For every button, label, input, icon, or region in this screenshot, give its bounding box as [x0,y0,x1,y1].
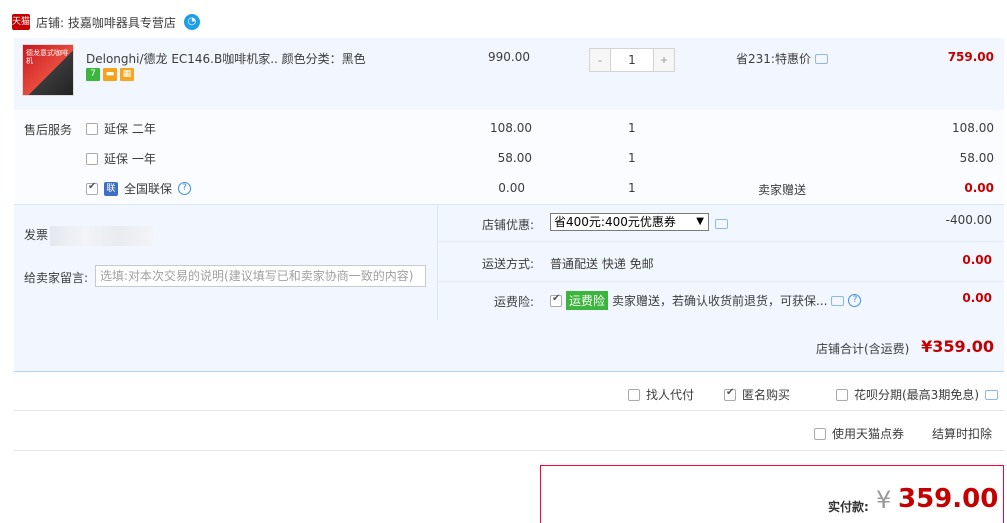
product-row [14,38,1004,110]
shipping-label: 运送方式: [482,257,535,271]
tmall-points-option: 使用天猫点券 [814,425,904,442]
product-subtotal: 759.00 [947,50,994,64]
payment-label: 实付款: [828,500,869,514]
huabei-checkbox[interactable] [836,388,848,401]
huabei-label: 花呗分期(最高3期免息) [854,388,979,402]
discount-label: 店铺优惠: [482,218,535,232]
service-2yr-label: 延保 二年 [104,122,156,136]
coupon-selected-value: 省400元:400元优惠券 [554,215,676,229]
tmall-logo-icon: 天猫 [12,14,30,30]
service-option-1yr: 延保 一年 [86,150,156,167]
service-2yr-subtotal: 108.00 [952,121,994,135]
service-1yr-label: 延保 一年 [104,152,156,166]
invoice-memo-panel [14,204,438,320]
warranty-checkbox[interactable] [86,181,98,195]
pay-by-friend-checkbox[interactable] [628,388,640,401]
warranty-qty: 1 [628,181,636,195]
insurance-amount: 0.00 [962,291,992,305]
divider [438,241,1004,242]
insurance-option: 运费险 卖家赠送，若确认收货前退货，可获保... ? [550,291,862,310]
comment-icon[interactable] [831,295,845,306]
payment-amount: 359.00 [898,484,999,514]
quantity-input[interactable] [610,49,654,71]
help-icon[interactable]: ? [178,182,192,195]
invoice-label: 发票 [24,228,49,242]
quantity-decrease-button[interactable]: - [590,49,610,71]
shop-total-label: 店铺合计(含运费) [816,342,910,356]
seven-day-return-icon: 7 [86,68,100,81]
wangwang-chat-icon[interactable]: ◔ [183,14,200,30]
service-option-2yr: 延保 二年 [86,120,156,137]
help-icon[interactable]: ? [848,294,862,307]
deduct-note: 结算时扣除 [932,427,993,441]
comment-icon[interactable] [814,53,828,64]
warranty-price: 0.00 [498,181,525,195]
anonymous-label: 匿名购买 [742,388,791,402]
service-1yr-subtotal: 58.00 [959,151,994,165]
installment-icon: ▦ [120,68,134,81]
credit-card-icon: ▬ [103,68,117,81]
comment-icon[interactable] [985,389,998,400]
anonymous-option: 匿名购买 [724,386,790,403]
insurance-badge: 运费险 [566,291,609,310]
service-2yr-price: 108.00 [490,121,532,135]
insurance-checkbox[interactable] [550,293,562,307]
quantity-stepper: - + [589,48,675,72]
after-sale-label: 售后服务 [24,123,73,137]
product-thumbnail[interactable]: 德龙意式咖啡机 [22,44,74,96]
warranty-label: 全国联保 [124,182,173,196]
service-2yr-checkbox[interactable] [86,122,98,135]
shop-name-link[interactable]: 店铺: 技嘉咖啡器具专营店 [36,14,176,31]
coupon-select[interactable]: 省400元:400元优惠券 ▼ [550,213,709,231]
pay-by-friend-option: 找人代付 [628,386,694,403]
chevron-down-icon: ▼ [696,216,704,227]
shipping-amount: 0.00 [962,253,992,267]
promo-info: 省231:特惠价 [736,50,828,67]
shop-total-amount: ¥359.00 [921,337,994,356]
anonymous-checkbox[interactable] [724,387,736,401]
unit-price: 990.00 [488,50,530,64]
tmall-points-label: 使用天猫点券 [832,427,905,441]
service-1yr-checkbox[interactable] [86,152,98,165]
service-2yr-qty: 1 [628,121,636,135]
service-1yr-price: 58.00 [497,151,532,165]
pay-by-friend-label: 找人代付 [646,388,695,402]
invoice-value-blurred [50,226,154,246]
promo-text: 省231:特惠价 [736,52,811,66]
warranty-note: 卖家赠送 [758,183,807,197]
service-option-warranty: 联 全国联保 ? [86,180,192,197]
memo-input[interactable]: 选填:对本次交易的说明(建议填写已和卖家协商一致的内容) [95,265,426,287]
product-thumbnail-text: 德龙意式咖啡机 [26,49,68,65]
product-tags: 7 ▬ ▦ [86,68,134,81]
huabei-option: 花呗分期(最高3期免息) [836,386,998,403]
insurance-label: 运费险: [494,295,535,309]
national-warranty-icon: 联 [104,181,118,196]
shop-header: 天猫 店铺: 技嘉咖啡器具专营店 ◔ [12,12,200,32]
service-1yr-qty: 1 [628,151,636,165]
currency-symbol: ¥ [876,486,892,514]
tmall-points-checkbox[interactable] [814,427,826,440]
shipping-value: 普通配送 快递 免邮 [550,257,654,271]
comment-icon[interactable] [715,219,728,229]
discount-amount: -400.00 [945,213,992,227]
insurance-text: 卖家赠送，若确认收货前退货，可获保... [612,294,828,308]
quantity-increase-button[interactable]: + [654,49,674,71]
divider [438,281,1004,282]
memo-label: 给卖家留言: [24,271,89,285]
product-title-link[interactable]: Delonghi/德龙 EC146.B咖啡机家.. 颜色分类：黑色 [86,50,366,67]
warranty-subtotal: 0.00 [964,181,994,195]
